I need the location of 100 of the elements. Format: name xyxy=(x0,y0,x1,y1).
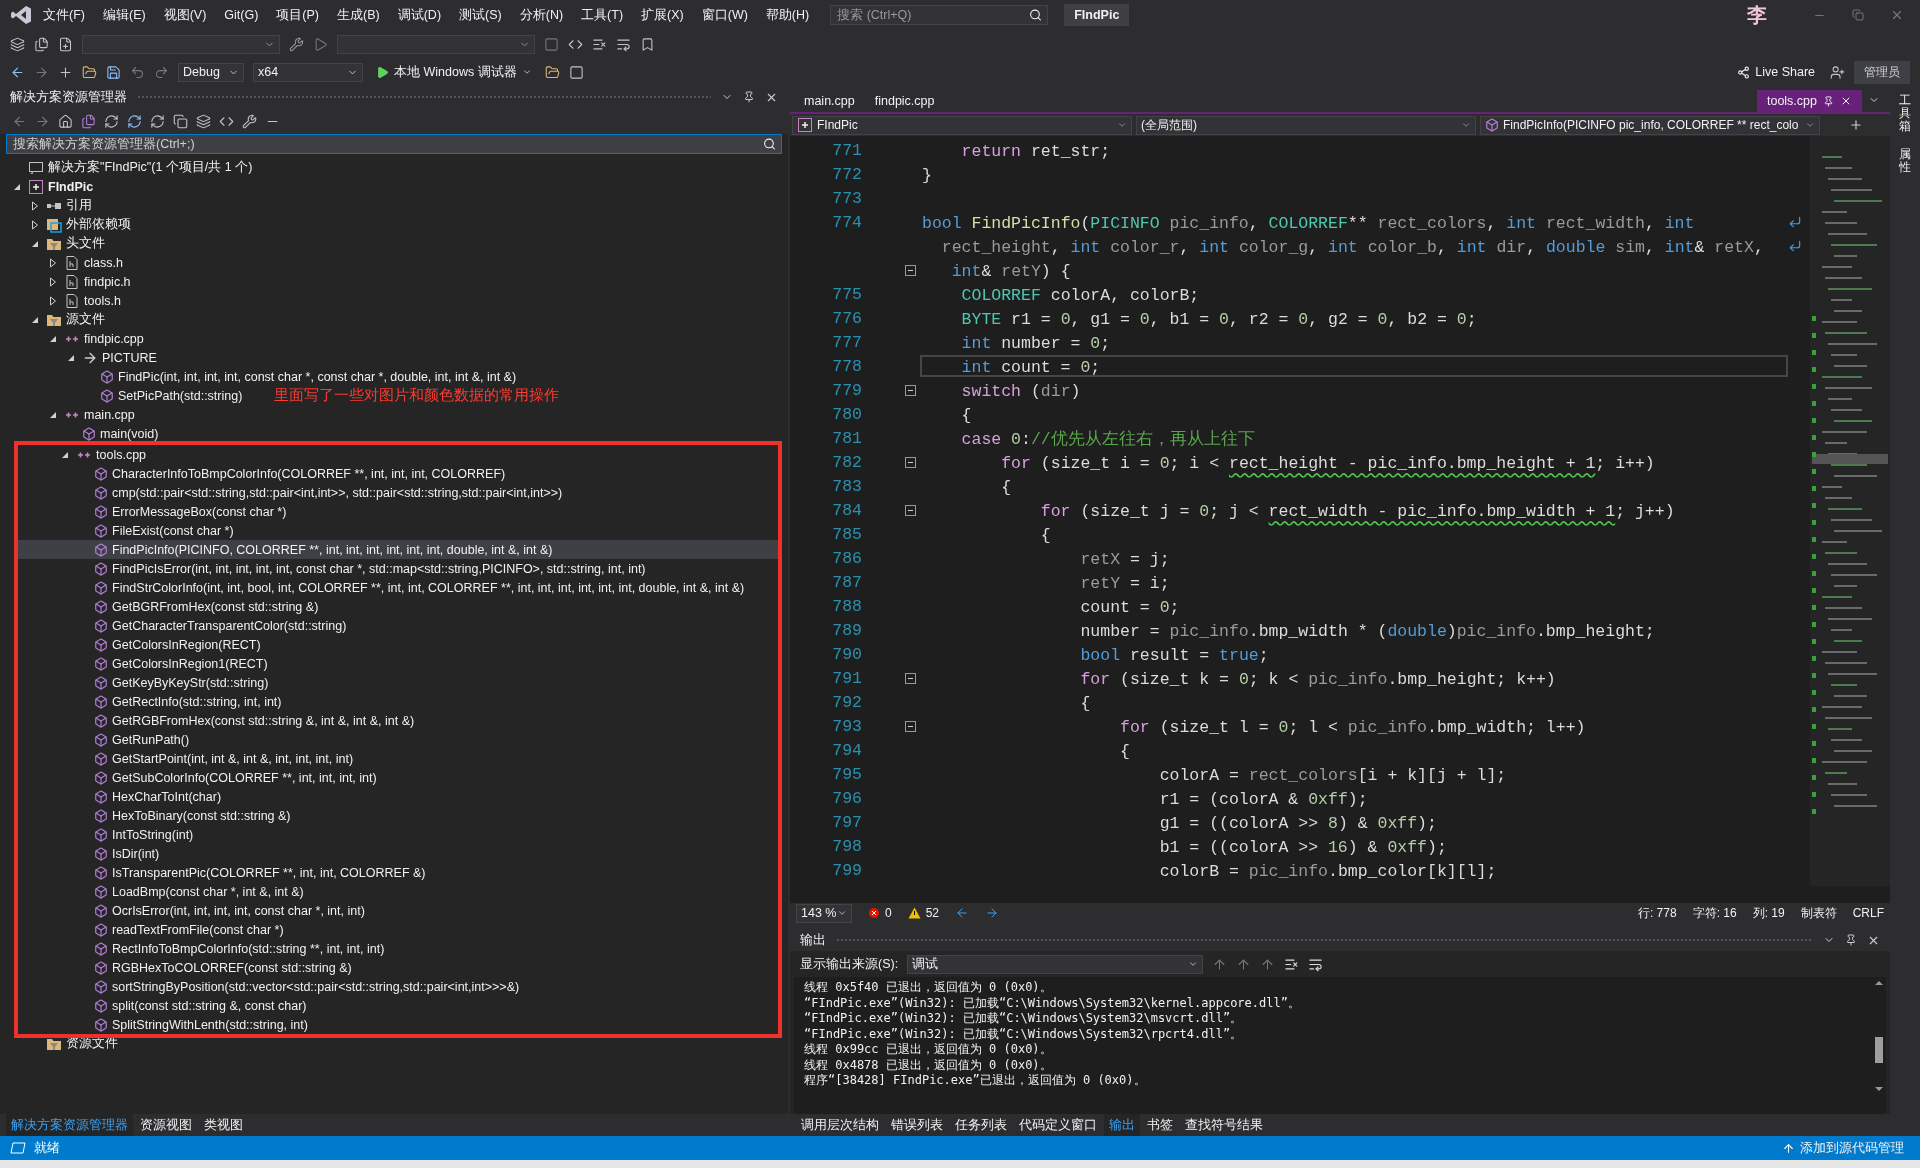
forward-icon[interactable] xyxy=(35,113,50,129)
redo-icon[interactable] xyxy=(154,64,169,80)
menu-item[interactable]: 测试(S) xyxy=(452,3,509,27)
menu-item[interactable]: 扩展(X) xyxy=(634,3,691,27)
collapsed-arrow-icon[interactable] xyxy=(31,200,39,211)
user-initial[interactable]: 李 xyxy=(1747,1,1767,29)
tree-item[interactable]: IsTransparentPic(COLORREF **, int, int, COLORREF &) xyxy=(18,863,426,882)
search-field[interactable]: 搜索 (Ctrl+Q) xyxy=(830,5,1049,25)
menu-item[interactable]: 编辑(E) xyxy=(95,3,153,27)
add-icon[interactable] xyxy=(58,64,73,80)
tree-item[interactable]: FindPicIsError(int, int, int, int, int, const char *, std::map<std::string,PICINFO>, std::string, int, int) xyxy=(18,559,646,578)
tree-item[interactable]: PICTURE xyxy=(6,348,157,367)
play-icon[interactable] xyxy=(313,36,328,52)
caret-icon[interactable] xyxy=(1805,120,1815,130)
tree-item[interactable]: HexToBinary(const std::string &) xyxy=(18,806,291,825)
clear-icon[interactable] xyxy=(1284,956,1300,972)
tree-item[interactable]: IsDir(int) xyxy=(18,844,160,863)
folder-icon[interactable] xyxy=(544,64,560,80)
caret-icon[interactable] xyxy=(1117,120,1127,130)
save-icon[interactable] xyxy=(106,64,121,80)
panel-tab[interactable]: 查找符号结果 xyxy=(1180,1113,1268,1137)
tree-item[interactable]: GetBGRFromHex(const std::string &) xyxy=(18,597,319,616)
indent-mode[interactable]: 制表符 xyxy=(1800,904,1837,922)
tree-item[interactable]: GetSubColorInfo(COLORREF **, int, int, int, int) xyxy=(18,768,377,787)
expanded-arrow-icon[interactable] xyxy=(13,182,21,191)
menu-item[interactable]: 生成(B) xyxy=(330,3,387,27)
expanded-arrow-icon[interactable] xyxy=(49,334,57,343)
fold-toggle-icon[interactable] xyxy=(905,672,916,684)
tree-item[interactable]: class.h xyxy=(6,253,123,272)
scope-dropdown[interactable]: (全局范围) xyxy=(1136,115,1476,135)
panel-tab[interactable]: 书签 xyxy=(1142,1113,1178,1137)
search-icon[interactable] xyxy=(763,137,776,151)
properties-icon[interactable] xyxy=(242,113,257,129)
tree-item[interactable]: OcrIsError(int, int, int, int, const char *, int, int) xyxy=(18,901,365,920)
panel-tab[interactable]: 资源视图 xyxy=(135,1113,197,1137)
tree-item[interactable]: main.cpp xyxy=(6,405,135,424)
file-icon[interactable] xyxy=(58,36,73,52)
list-icon[interactable] xyxy=(592,36,607,52)
tree-item[interactable]: ErrorMessageBox(const char *) xyxy=(18,502,287,521)
refresh-icon[interactable] xyxy=(150,113,165,129)
tree-item[interactable]: findpic.h xyxy=(6,272,131,291)
home-icon[interactable] xyxy=(58,113,73,129)
error-count[interactable]: 0 xyxy=(868,906,892,920)
keep-open-icon[interactable] xyxy=(1823,95,1834,107)
panel-tab[interactable]: 类视图 xyxy=(199,1113,248,1137)
side-tab[interactable]: 属性 xyxy=(1899,147,1911,174)
tree-item[interactable]: tools.cpp xyxy=(18,445,147,464)
side-tab[interactable]: 工具箱 xyxy=(1899,94,1911,134)
tree-item[interactable]: GetKeyByKeyStr(std::string) xyxy=(18,673,269,692)
fold-toggle-icon[interactable] xyxy=(905,264,916,276)
frame-icon[interactable] xyxy=(568,64,584,80)
tree-item[interactable]: findpic.cpp xyxy=(6,329,144,348)
back-icon[interactable] xyxy=(10,64,25,80)
document-tab[interactable]: tools.cpp xyxy=(1756,90,1862,112)
panel-tab[interactable]: 错误列表 xyxy=(886,1113,948,1137)
minimap-drawing[interactable] xyxy=(1810,136,1890,886)
collapsed-arrow-icon[interactable] xyxy=(31,219,39,230)
member-dropdown[interactable]: FindPicInfo(PICINFO pic_info, COLORREF ** rect_colo xyxy=(1480,115,1820,135)
tree-item[interactable]: SplitStringWithLenth(std::string, int) xyxy=(18,1015,308,1034)
bookmark-icon[interactable] xyxy=(640,36,655,52)
tree-item[interactable]: cmp(std::pair<std::string,std::pair<int,int>>, std::pair<std::string,std::pair<int,int>>) xyxy=(18,483,563,502)
collapsed-arrow-icon[interactable] xyxy=(49,276,57,287)
tree-item[interactable]: RectInfoToBmpColorInfo(std::string **, int, int, int) xyxy=(18,939,385,958)
tree-item[interactable]: GetStartPoint(int, int &, int &, int, int, int, int) xyxy=(18,749,354,768)
search-field[interactable]: 搜索解决方案资源管理器(Ctrl+;) xyxy=(6,134,782,154)
tree-item[interactable]: GetColorsInRegion(RECT) xyxy=(18,635,261,654)
tree-item[interactable]: FIndPic xyxy=(6,177,94,196)
menu-item[interactable]: 工具(T) xyxy=(574,3,631,27)
account-button[interactable]: 管理员 xyxy=(1854,60,1910,84)
panel-tab[interactable]: 任务列表 xyxy=(950,1113,1012,1137)
expanded-arrow-icon[interactable] xyxy=(31,239,39,248)
person-icon[interactable] xyxy=(1830,64,1845,80)
menu-item[interactable]: 分析(N) xyxy=(512,3,571,27)
tree-item[interactable]: GetColorsInRegion1(RECT) xyxy=(18,654,268,673)
menu-item[interactable]: 文件(F) xyxy=(36,3,92,27)
tree-item[interactable]: RGBHexToCOLORREF(const std::string &) xyxy=(18,958,352,977)
caret-icon[interactable] xyxy=(837,908,847,918)
tree-item[interactable]: GetRectInfo(std::string, int, int) xyxy=(18,692,282,711)
caret-icon[interactable] xyxy=(1461,120,1471,130)
panel-tab[interactable]: 代码定义窗口 xyxy=(1014,1113,1102,1137)
undo-icon[interactable] xyxy=(130,64,145,80)
tree-item[interactable]: GetRGBFromHex(const std::string &, int &, int &, int &) xyxy=(18,711,415,730)
project-dropdown[interactable]: FIndPic xyxy=(792,115,1132,135)
search-icon[interactable] xyxy=(1029,8,1043,22)
menu-item[interactable]: 项目(P) xyxy=(269,3,326,27)
tree-item[interactable]: FileExist(const char *) xyxy=(18,521,234,540)
tree-item[interactable]: FindPic(int, int, int, int, const char *, const char *, double, int, int &, int &) xyxy=(6,367,517,386)
collapsed-arrow-icon[interactable] xyxy=(49,257,57,268)
panel-tab[interactable]: 输出 xyxy=(1104,1113,1140,1137)
zoom-dropdown[interactable]: 143 % xyxy=(796,903,852,923)
tree-item[interactable]: 引用 xyxy=(6,196,92,215)
panel-tab[interactable]: 解决方案资源管理器 xyxy=(6,1113,133,1137)
tree-item[interactable]: readTextFromFile(const char *) xyxy=(18,920,284,939)
tree-item[interactable]: 外部依赖项 xyxy=(6,215,131,234)
warning-count[interactable]: 52 xyxy=(907,906,940,920)
tree-item[interactable]: HexCharToInt(char) xyxy=(18,787,222,806)
tree-item[interactable]: sortStringByPosition(std::vector<std::pair<std::string,std::pair<int,int>>>&) xyxy=(18,977,520,996)
caret-icon[interactable] xyxy=(1188,959,1199,969)
menu-item[interactable]: 窗口(W) xyxy=(694,3,755,27)
back-icon[interactable] xyxy=(12,113,27,129)
